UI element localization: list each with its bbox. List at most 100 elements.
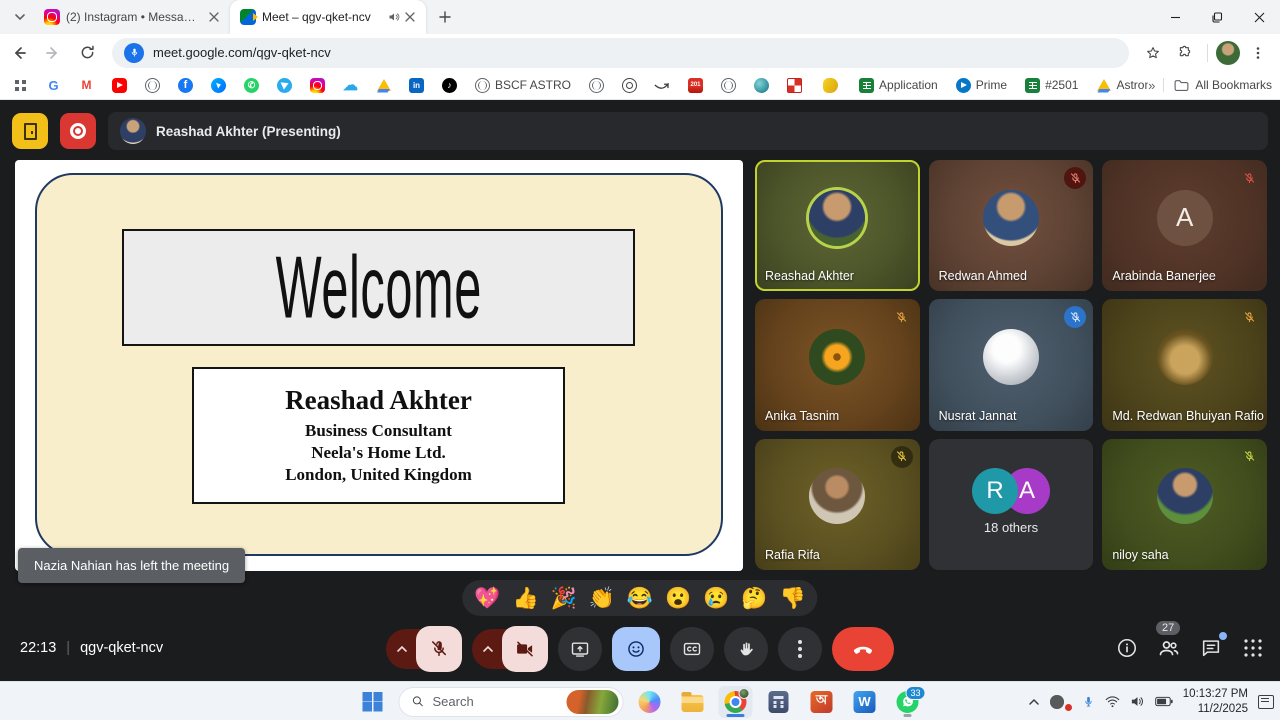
bookmark-item[interactable]: in: [404, 74, 429, 96]
participant-tile[interactable]: RA18 others: [929, 439, 1094, 570]
meeting-info: 22:13 | qgv-qket-ncv: [20, 619, 163, 677]
camera-off-button[interactable]: [502, 626, 548, 672]
reaction-emoji[interactable]: 🤔: [741, 588, 767, 609]
participant-tile[interactable]: Nusrat Jannat: [929, 299, 1094, 430]
participant-tile[interactable]: niloy saha: [1102, 439, 1267, 570]
bookmark-item[interactable]: BSCF ASTRO: [470, 74, 576, 96]
bookmark-item[interactable]: #2501: [1020, 74, 1083, 96]
bookmark-item[interactable]: [716, 74, 741, 96]
raise-hand-button[interactable]: [724, 627, 768, 671]
bookmark-item[interactable]: [815, 74, 846, 96]
tray-app-icons[interactable]: [1050, 693, 1072, 711]
bookmark-item[interactable]: 201: [683, 74, 708, 96]
back-button[interactable]: [4, 38, 34, 68]
minimize-button[interactable]: [1154, 0, 1196, 34]
forward-button[interactable]: [38, 38, 68, 68]
door-extension-button[interactable]: [12, 113, 48, 149]
calculator-button[interactable]: [762, 686, 796, 718]
reactions-button[interactable]: [612, 627, 660, 671]
bookmark-item[interactable]: ✆: [239, 74, 264, 96]
bookmark-item[interactable]: [650, 74, 675, 96]
reaction-emoji[interactable]: 💖: [474, 588, 500, 609]
tab-instagram[interactable]: (2) Instagram • Messages: [34, 0, 230, 34]
bookmarks-overflow-icon[interactable]: »: [1148, 78, 1153, 93]
extensions-icon[interactable]: [1171, 39, 1199, 67]
maximize-button[interactable]: [1196, 0, 1238, 34]
tray-mic-icon[interactable]: [1082, 695, 1095, 708]
people-panel-button[interactable]: 27: [1154, 633, 1184, 663]
file-explorer-button[interactable]: [676, 686, 710, 718]
bookmark-item[interactable]: M: [74, 74, 99, 96]
tab-close-icon[interactable]: [402, 9, 418, 25]
avro-keyboard-button[interactable]: অ: [805, 686, 839, 718]
taskbar-clock[interactable]: 10:13:27 PM 11/2/2025: [1183, 687, 1248, 716]
chrome-taskbar-button[interactable]: [719, 686, 753, 718]
address-bar[interactable]: meet.google.com/qgv-qket-ncv: [112, 38, 1129, 68]
reload-button[interactable]: [72, 38, 102, 68]
wifi-icon[interactable]: [1105, 695, 1120, 708]
chat-panel-button[interactable]: [1196, 633, 1226, 663]
bookmark-item[interactable]: [371, 74, 396, 96]
taskbar-search[interactable]: Search: [399, 687, 624, 717]
volume-icon[interactable]: [1130, 695, 1145, 708]
meeting-details-button[interactable]: [1112, 633, 1142, 663]
reaction-emoji[interactable]: 😮: [665, 588, 691, 609]
bookmark-item[interactable]: Application: [854, 74, 943, 96]
bookmark-item[interactable]: G: [41, 74, 66, 96]
bookmark-item[interactable]: f: [173, 74, 198, 96]
bookmark-item[interactable]: [206, 74, 231, 96]
tab-close-icon[interactable]: [206, 9, 222, 25]
bookmark-item[interactable]: [617, 74, 642, 96]
reaction-emoji[interactable]: 👍: [512, 588, 538, 609]
mic-off-button[interactable]: [416, 626, 462, 672]
participant-tile[interactable]: Redwan Ahmed: [929, 160, 1094, 291]
reaction-emoji[interactable]: 😂: [627, 588, 653, 609]
bookmark-star-icon[interactable]: [1139, 39, 1167, 67]
tray-expand-icon[interactable]: [1028, 696, 1040, 708]
reaction-emoji[interactable]: 👎: [780, 588, 806, 609]
copilot-button[interactable]: [633, 686, 667, 718]
bookmark-item[interactable]: [584, 74, 609, 96]
bookmark-item[interactable]: ♪: [437, 74, 462, 96]
participant-tile[interactable]: Anika Tasnim: [755, 299, 920, 430]
participant-tile[interactable]: Rafia Rifa: [755, 439, 920, 570]
bookmark-item[interactable]: Prime: [951, 74, 1012, 96]
new-tab-button[interactable]: [432, 4, 458, 30]
mic-in-use-icon[interactable]: [124, 43, 144, 63]
whatsapp-button[interactable]: 33: [891, 686, 925, 718]
captions-button[interactable]: [670, 627, 714, 671]
bookmark-item[interactable]: [782, 74, 807, 96]
reaction-emoji[interactable]: 😢: [703, 588, 729, 609]
bookmark-item[interactable]: [140, 74, 165, 96]
start-button[interactable]: [356, 686, 390, 718]
participant-name: Redwan Ahmed: [939, 269, 1027, 283]
bookmark-item[interactable]: [107, 74, 132, 96]
tab-audio-icon[interactable]: [388, 11, 400, 23]
participant-tile[interactable]: Reashad Akhter: [755, 160, 920, 291]
tab-search-icon[interactable]: [6, 3, 34, 31]
tab-meet[interactable]: Meet – qgv-qket-ncv: [230, 0, 426, 34]
bookmark-item[interactable]: [272, 74, 297, 96]
battery-icon[interactable]: [1155, 696, 1173, 707]
bookmark-item[interactable]: Astronomy Camp 2...: [1091, 74, 1148, 96]
bookmark-item[interactable]: [305, 74, 330, 96]
presentation-stage[interactable]: Welcome Reashad Akhter Business Consulta…: [15, 160, 743, 571]
profile-avatar[interactable]: [1216, 41, 1240, 65]
end-call-button[interactable]: [832, 627, 894, 671]
browser-menu-icon[interactable]: [1244, 39, 1272, 67]
more-options-button[interactable]: [778, 627, 822, 671]
present-screen-button[interactable]: [558, 627, 602, 671]
close-button[interactable]: [1238, 0, 1280, 34]
reaction-emoji[interactable]: 🎉: [551, 588, 577, 609]
bookmark-item[interactable]: [749, 74, 774, 96]
record-extension-button[interactable]: [60, 113, 96, 149]
word-button[interactable]: W: [848, 686, 882, 718]
all-bookmarks-button[interactable]: All Bookmarks: [1163, 78, 1272, 92]
participant-tile[interactable]: Md. Redwan Bhuiyan Rafio: [1102, 299, 1267, 430]
bookmark-item[interactable]: [338, 74, 363, 96]
activities-button[interactable]: [1238, 633, 1268, 663]
participant-tile[interactable]: AArabinda Banerjee: [1102, 160, 1267, 291]
reaction-emoji[interactable]: 👏: [589, 588, 615, 609]
notification-center-icon[interactable]: [1258, 695, 1274, 709]
bookmark-item[interactable]: [8, 74, 33, 96]
